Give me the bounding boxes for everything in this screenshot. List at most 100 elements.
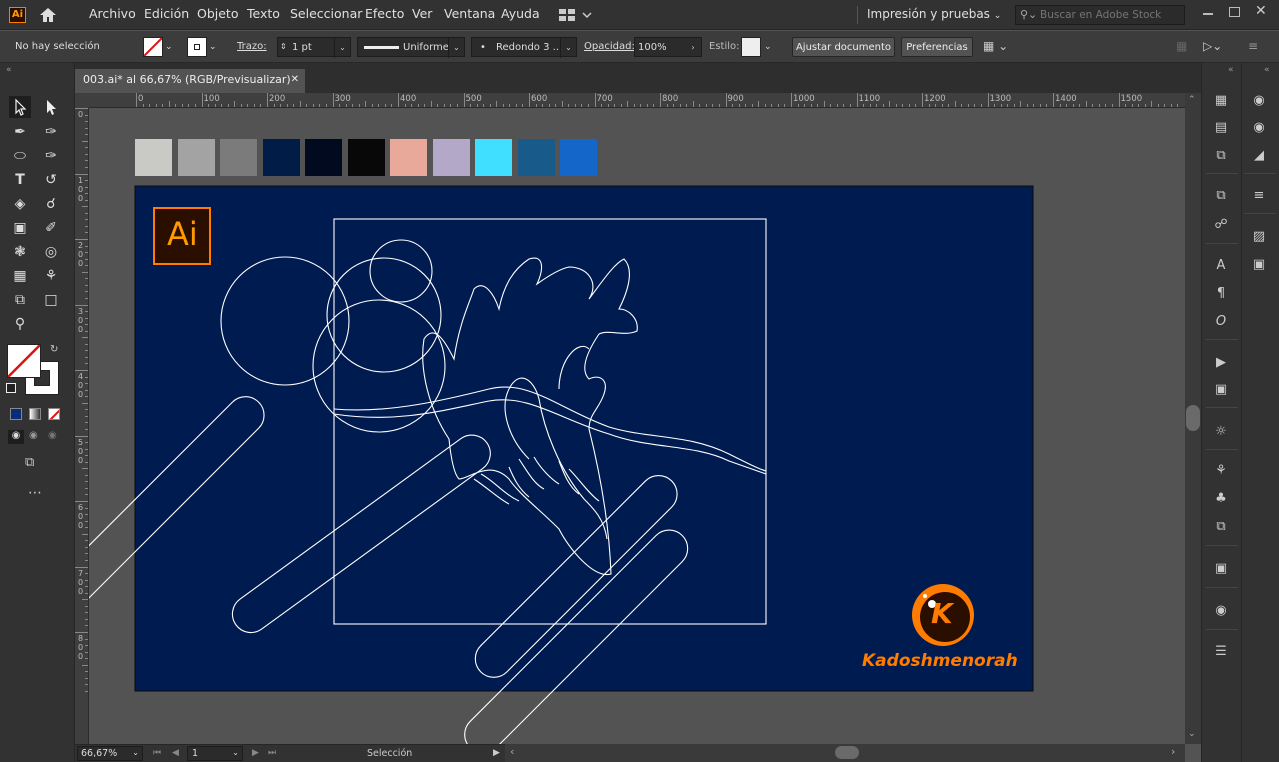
collapse-icon[interactable]: «	[6, 65, 12, 75]
type-tool-icon[interactable]: T	[9, 169, 31, 191]
preferences-button[interactable]: Preferencias	[901, 37, 973, 57]
stock-search[interactable]: ⚲⌄	[1015, 5, 1185, 25]
next-artboard-icon[interactable]: ▶	[252, 745, 259, 761]
fill-color-swatch[interactable]	[7, 344, 41, 378]
menu-edicion[interactable]: Edición	[144, 0, 189, 30]
status-menu-icon[interactable]: ▶	[493, 745, 500, 761]
menu-objeto[interactable]: Objeto	[197, 0, 239, 30]
shape-builder-tool-icon[interactable]: ⧉	[9, 289, 31, 311]
expand-panels-icon-2[interactable]: «	[1264, 65, 1270, 75]
scroll-left-icon[interactable]: ‹	[510, 745, 514, 758]
pathfinder-panel-icon[interactable]: ⧉	[1211, 146, 1231, 166]
chevron-down-icon[interactable]: ⌄	[132, 745, 139, 761]
menu-ver[interactable]: Ver	[412, 0, 432, 30]
blend-tool-icon[interactable]: ◎	[40, 241, 62, 263]
draw-normal-icon[interactable]: ◉	[8, 430, 24, 444]
chevron-down-icon[interactable]: ⌄	[560, 38, 576, 58]
links-panel-icon[interactable]: ☍	[1211, 215, 1231, 235]
paragraph-panel-icon[interactable]: ¶	[1211, 284, 1231, 304]
status-mode[interactable]: Selección	[367, 746, 412, 762]
artboards-panel-icon[interactable]: ⧉	[1211, 186, 1231, 206]
brush-definition[interactable]: • Redondo 3 ... ⌄	[471, 37, 577, 58]
gradient-mode-icon[interactable]	[29, 408, 41, 420]
more-tools-icon[interactable]: ⋯	[28, 485, 42, 501]
swap-fill-stroke-icon[interactable]: ↻	[50, 344, 58, 355]
gradient-panel-icon[interactable]: ▣	[1211, 559, 1231, 579]
scroll-right-icon[interactable]: ›	[1171, 745, 1175, 758]
opentype-panel-icon[interactable]: O	[1211, 312, 1231, 332]
graphic-style-dropdown[interactable]: ⌄	[741, 37, 779, 57]
character-panel-icon[interactable]: A	[1211, 256, 1231, 276]
puppet-warp-tool-icon[interactable]: ⚘	[40, 265, 62, 287]
menu-efecto[interactable]: Efecto	[365, 0, 404, 30]
stroke-panel-icon[interactable]: ≡	[1249, 186, 1269, 206]
color-mode-icon[interactable]	[10, 408, 22, 420]
home-icon[interactable]	[38, 6, 58, 24]
menu-seleccionar[interactable]: Seleccionar	[290, 0, 362, 30]
workspace-switcher[interactable]: Impresión y pruebas ⌄	[867, 0, 1001, 30]
expand-panels-icon[interactable]: «	[1228, 65, 1234, 75]
swatches-panel-icon[interactable]: ◢	[1249, 146, 1269, 166]
opacity-field[interactable]: 100% ›	[634, 37, 702, 57]
opacity-label[interactable]: Opacidad:	[584, 37, 635, 57]
curvature-tool-icon[interactable]: ✑	[40, 121, 62, 143]
direct-selection-tool-icon[interactable]	[40, 96, 62, 118]
zoom-tool-icon[interactable]: ⚲	[9, 313, 31, 335]
fill-swatch-dropdown[interactable]: ⌄	[143, 37, 181, 57]
warp-tool-icon[interactable]: ☌	[40, 193, 62, 215]
horizontal-scroll-thumb[interactable]	[835, 746, 859, 759]
ellipse-tool-icon[interactable]: ⬭	[9, 145, 31, 167]
none-mode-icon[interactable]	[48, 408, 60, 420]
last-artboard-icon[interactable]: ⏭	[268, 745, 276, 761]
transform-icon[interactable]: ▷⌄	[1203, 39, 1222, 53]
vertical-ruler[interactable]: 0 100 200 300 400 500 600 700 800	[75, 108, 89, 744]
paintbrush-tool-icon[interactable]: ✑	[40, 145, 62, 167]
minimize-icon[interactable]	[1203, 13, 1213, 15]
pen-tool-icon[interactable]: ✒	[9, 121, 31, 143]
selection-tool-icon[interactable]	[9, 96, 31, 118]
ruler-corner[interactable]	[75, 93, 89, 108]
first-artboard-icon[interactable]: ⏮	[153, 745, 161, 761]
chevron-down-icon[interactable]: ⌄	[334, 38, 350, 58]
horizontal-ruler[interactable]: 0 100 200 300 400 500 600 700 800 900 1000 1100 1200…	[89, 93, 1185, 108]
artboard[interactable]	[134, 185, 1034, 692]
vertical-scroll-thumb[interactable]	[1186, 405, 1200, 431]
appearance-panel-icon[interactable]: ☼	[1211, 422, 1231, 442]
stroke-swatch-dropdown[interactable]: ⌄	[187, 37, 225, 57]
layers-panel-icon[interactable]: ☰	[1211, 642, 1231, 662]
screen-mode-icon[interactable]: ⧉	[25, 455, 34, 470]
draw-inside-icon[interactable]: ◉	[48, 430, 57, 441]
default-fill-stroke-icon[interactable]	[6, 383, 16, 393]
app-logo[interactable]: Ai	[9, 7, 26, 23]
asset-export-panel-icon[interactable]: ⧉	[1211, 517, 1231, 537]
menu-ventana[interactable]: Ventana	[444, 0, 495, 30]
transparency-panel-icon[interactable]: ◉	[1211, 601, 1231, 621]
color-guide-panel-icon[interactable]: ◉	[1249, 118, 1269, 138]
symbol-sprayer-tool-icon[interactable]: ❃	[9, 241, 31, 263]
chevron-down-icon[interactable]: ⌄	[448, 38, 464, 58]
prev-artboard-icon[interactable]: ◀	[172, 745, 179, 761]
stroke-weight-field[interactable]: ⇕ 1 pt ⌄	[277, 37, 351, 58]
tab-document[interactable]: 003.ai* al 66,67% (RGB/Previsualizar) ✕	[75, 69, 305, 93]
color-panel-icon[interactable]: ◉	[1249, 91, 1269, 111]
draw-behind-icon[interactable]: ◉	[29, 430, 38, 441]
close-window-icon[interactable]: ✕	[1255, 3, 1267, 19]
menu-texto[interactable]: Texto	[247, 0, 280, 30]
variable-width-profile[interactable]: Uniforme ⌄	[357, 37, 465, 58]
search-input[interactable]	[1040, 7, 1180, 23]
artwork-layer[interactable]	[89, 109, 1185, 744]
menu-archivo[interactable]: Archivo	[89, 0, 136, 30]
control-panel-menu-icon[interactable]: ≡	[1248, 39, 1258, 53]
eraser-tool-icon[interactable]: ◈	[9, 193, 31, 215]
transform-panel-icon[interactable]: ▦	[1211, 91, 1231, 111]
artboard-number-field[interactable]: 1 ⌄	[187, 746, 243, 761]
chevron-down-icon[interactable]: ⌄	[232, 745, 239, 761]
stroke-label[interactable]: Trazo:	[237, 37, 267, 57]
align-panel-icon[interactable]: ▤	[1211, 118, 1231, 138]
graphic-styles-panel-icon[interactable]: ♣	[1211, 489, 1231, 509]
scroll-down-icon[interactable]: ⌄	[1188, 729, 1196, 739]
menu-ayuda[interactable]: Ayuda	[501, 0, 540, 30]
arrange-icon[interactable]: ▦ ⌄	[983, 39, 1017, 55]
eyedropper-tool-icon[interactable]: ✐	[40, 217, 62, 239]
document-info-panel-icon[interactable]: ▣	[1211, 380, 1231, 400]
